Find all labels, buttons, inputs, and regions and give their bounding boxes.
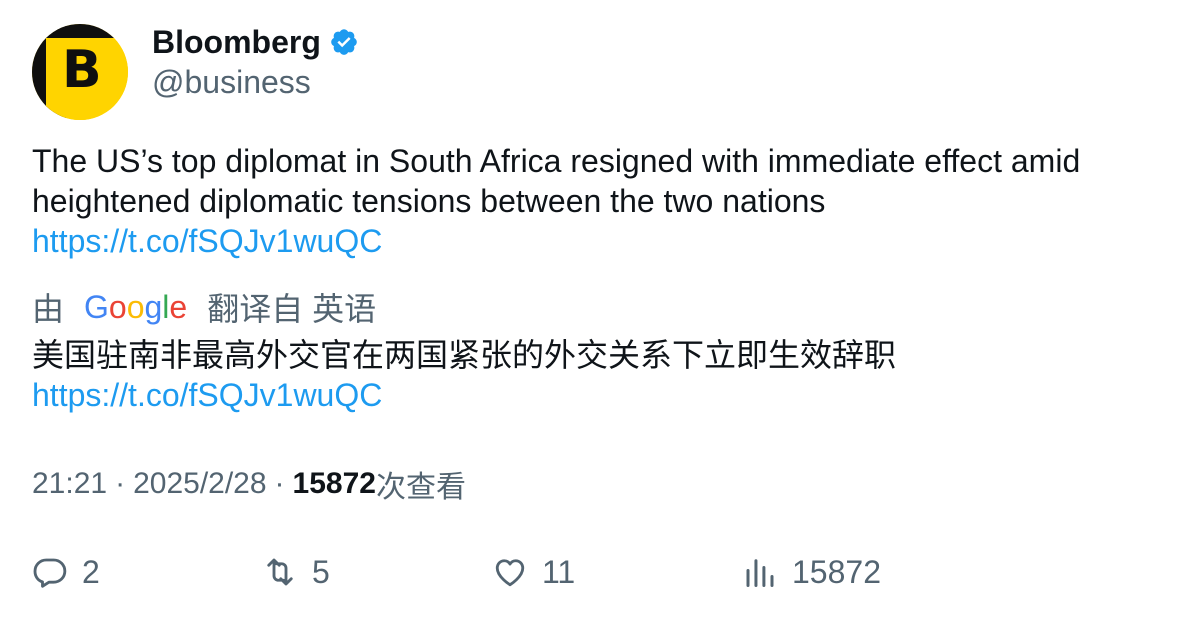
tweet-text: The US’s top diplomat in South Africa re… — [32, 141, 1162, 261]
views-count: 15872 — [292, 467, 376, 500]
translated-text: 美国驻南非最高外交官在两国紧张的外交关系下立即生效辞职 https://t.co… — [32, 335, 1162, 415]
repost-icon — [267, 558, 293, 586]
repost-button[interactable]: 5 — [262, 548, 330, 596]
tweet-time[interactable]: 21:21 — [32, 467, 107, 501]
like-button[interactable]: 11 — [492, 548, 575, 596]
repost-count: 5 — [312, 553, 330, 590]
tweet-link[interactable]: https://t.co/fSQJv1wuQC — [32, 223, 382, 259]
verified-badge-icon[interactable] — [329, 27, 359, 57]
heart-icon — [495, 559, 525, 587]
translation-suffix: 翻译自 英语 — [207, 291, 377, 327]
author-name-row: Bloomberg — [152, 22, 359, 62]
avatar-letter: B — [62, 40, 102, 100]
action-bar: 2 5 11 15872 — [0, 548, 1196, 596]
views-button[interactable]: 15872 — [742, 548, 881, 596]
tweet-date[interactable]: 2025/2/28 — [133, 467, 266, 501]
like-count: 11 — [542, 553, 576, 590]
views-action-count: 15872 — [792, 553, 881, 590]
tweet-meta: 21:21 · 2025/2/28 · 15872 次查看 — [32, 464, 466, 504]
author-handle[interactable]: @business — [152, 64, 311, 101]
translated-link[interactable]: https://t.co/fSQJv1wuQC — [32, 377, 382, 413]
meta-separator: · — [115, 467, 126, 500]
author-name[interactable]: Bloomberg — [152, 24, 321, 61]
tweet-body: The US’s top diplomat in South Africa re… — [32, 143, 1081, 219]
translated-body: 美国驻南非最高外交官在两国紧张的外交关系下立即生效辞职 — [32, 337, 897, 373]
reply-button[interactable]: 2 — [32, 548, 100, 596]
translation-prefix: 由 — [32, 291, 65, 327]
translation-attribution: 由 Google 翻译自 英语 — [32, 287, 377, 328]
avatar[interactable]: B — [32, 24, 128, 120]
reply-count: 2 — [82, 553, 100, 590]
meta-separator-2: · — [274, 467, 285, 500]
analytics-icon — [746, 559, 774, 587]
google-logo-icon[interactable]: Google — [84, 289, 187, 326]
views-label: 次查看 — [375, 471, 466, 504]
reply-icon — [33, 558, 67, 588]
